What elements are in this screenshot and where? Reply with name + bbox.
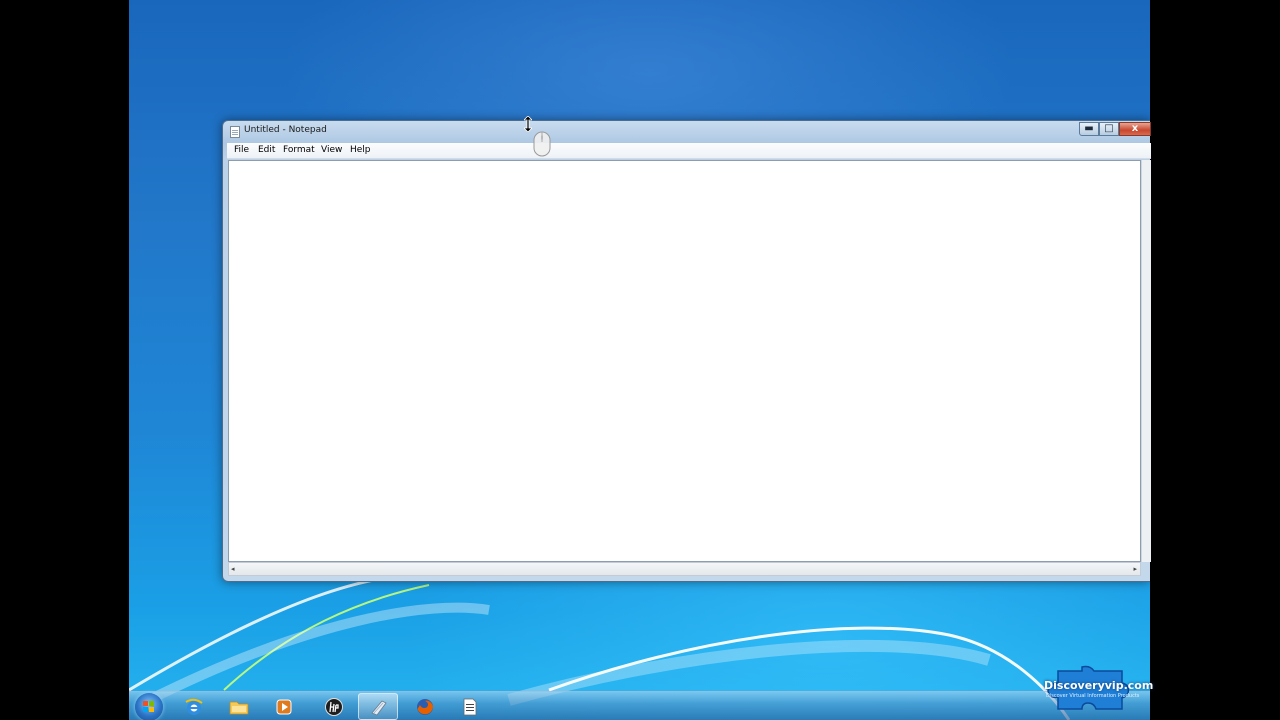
taskbar-document[interactable] bbox=[450, 693, 490, 720]
mouse-icon bbox=[533, 131, 551, 157]
taskbar-hp[interactable] bbox=[314, 693, 354, 720]
hp-icon bbox=[325, 698, 343, 716]
watermark-subtext: Discover Virtual Information Products bbox=[1046, 693, 1140, 699]
window-title: Untitled - Notepad bbox=[244, 125, 327, 135]
watermark-text: Discoveryvip.com bbox=[1044, 679, 1154, 692]
notepad-window[interactable]: Untitled - Notepad ▬ □ x File Edit Forma… bbox=[222, 120, 1151, 582]
firefox-icon bbox=[417, 699, 434, 715]
windows-orb-icon[interactable] bbox=[135, 693, 163, 720]
taskbar-firefox[interactable] bbox=[405, 693, 445, 720]
taskbar-internet-explorer[interactable] bbox=[174, 693, 214, 720]
minimize-button[interactable]: ▬ bbox=[1079, 122, 1099, 136]
menu-view[interactable]: View bbox=[321, 145, 342, 155]
vertical-scrollbar[interactable] bbox=[1141, 160, 1151, 562]
taskbar-media-player[interactable] bbox=[264, 693, 304, 720]
taskbar bbox=[129, 691, 1150, 720]
maximize-button[interactable]: □ bbox=[1099, 122, 1119, 136]
menu-edit[interactable]: Edit bbox=[258, 145, 275, 155]
menu-format[interactable]: Format bbox=[283, 145, 315, 155]
menu-help[interactable]: Help bbox=[350, 145, 371, 155]
taskbar-windows-explorer[interactable] bbox=[219, 693, 259, 720]
title-bar[interactable]: Untitled - Notepad ▬ □ x bbox=[223, 121, 1151, 143]
horizontal-scrollbar[interactable]: ◂ ▸ bbox=[228, 562, 1141, 576]
left-letterbox bbox=[0, 0, 129, 720]
resize-cursor-icon bbox=[524, 116, 532, 132]
scroll-left-arrow-icon[interactable]: ◂ bbox=[231, 565, 235, 573]
text-editor[interactable] bbox=[228, 160, 1141, 562]
notepad-icon bbox=[371, 700, 387, 716]
folder-icon bbox=[229, 701, 249, 715]
document-icon bbox=[463, 698, 477, 716]
right-letterbox bbox=[1150, 0, 1280, 720]
scroll-right-arrow-icon[interactable]: ▸ bbox=[1133, 565, 1137, 573]
ie-icon bbox=[185, 698, 203, 715]
media-player-icon bbox=[276, 699, 292, 715]
menu-file[interactable]: File bbox=[234, 145, 249, 155]
menu-bar: File Edit Format View Help bbox=[227, 143, 1151, 159]
close-button[interactable]: x bbox=[1119, 122, 1151, 136]
taskbar-notepad[interactable] bbox=[358, 693, 398, 720]
notepad-icon[interactable] bbox=[230, 126, 240, 138]
